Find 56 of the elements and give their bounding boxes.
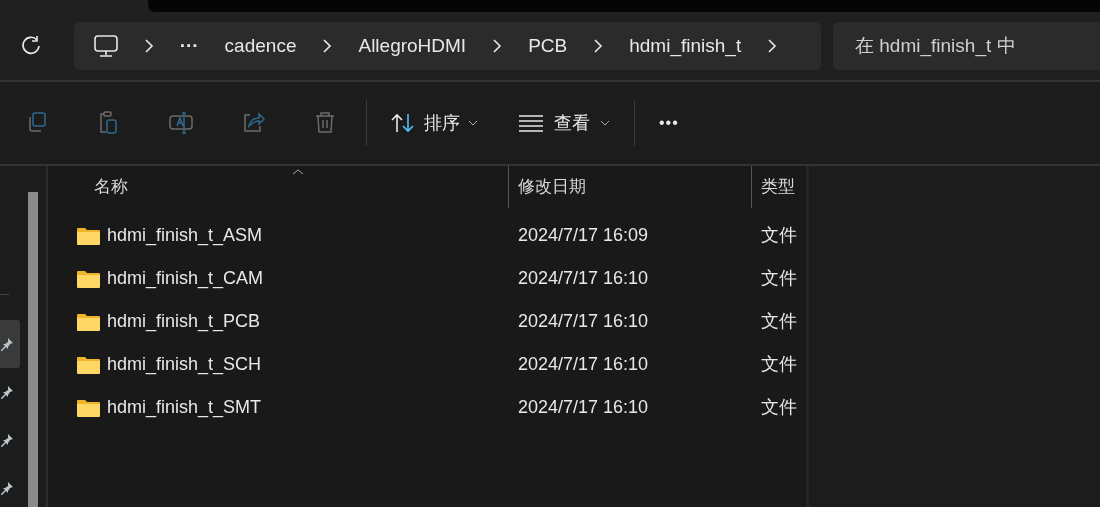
- computer-icon: [93, 35, 118, 57]
- caret-icon: [600, 120, 610, 126]
- pin-icon: [0, 481, 14, 495]
- address-bar[interactable]: ··· cadence AllegroHDMI PCB hdmi_finish_t: [73, 22, 821, 70]
- refresh-icon: [19, 35, 42, 57]
- pin-icon: [0, 385, 14, 399]
- file-row[interactable]: hdmi_finish_t_PCB 2024/7/17 16:10 文件: [48, 300, 806, 343]
- sort-ascending-icon: [292, 169, 304, 175]
- folder-icon: [77, 398, 100, 417]
- chevron-icon: [492, 38, 503, 54]
- sort-button[interactable]: 排序: [372, 103, 496, 143]
- file-name: hdmi_finish_t_SMT: [107, 396, 262, 420]
- lines-icon: [518, 114, 544, 132]
- folder-icon: [77, 269, 100, 288]
- file-row[interactable]: hdmi_finish_t_CAM 2024/7/17 16:10 文件: [48, 257, 806, 300]
- pin-icon: [0, 337, 14, 351]
- modified-date: 2024/7/17 16:10: [517, 310, 650, 333]
- pin-icon: [0, 433, 14, 447]
- column-header[interactable]: 修改日期: [509, 166, 751, 208]
- chevron-icon: [593, 38, 604, 54]
- modified-date: 2024/7/17 16:10: [517, 396, 650, 419]
- file-name: hdmi_finish_t_CAM: [107, 267, 264, 291]
- file-type: 文件: [760, 353, 797, 376]
- more-button[interactable]: •••: [651, 103, 687, 143]
- chevron-icon: [143, 38, 154, 54]
- chevron-icon: [767, 38, 778, 54]
- sort-icon: [390, 112, 416, 134]
- search-field[interactable]: 在 hdmi_finish_t 中: [833, 22, 1100, 70]
- file-type: 文件: [760, 310, 797, 333]
- column-header[interactable]: 类型: [752, 166, 806, 208]
- chevron-icon: [322, 38, 333, 54]
- file-type: 文件: [760, 267, 797, 290]
- modified-date: 2024/7/17 16:09: [517, 224, 650, 247]
- file-name: hdmi_finish_t_ASM: [107, 224, 263, 248]
- file-type: 文件: [760, 224, 797, 247]
- folder-icon: [77, 226, 100, 245]
- breadcrumb-overflow[interactable]: ···: [179, 31, 199, 61]
- file-row[interactable]: hdmi_finish_t_SMT 2024/7/17 16:10 文件: [48, 386, 806, 429]
- breadcrumb[interactable]: AllegroHDMI: [358, 31, 467, 61]
- file-row[interactable]: hdmi_finish_t_SCH 2024/7/17 16:10 文件: [48, 343, 806, 386]
- column-header[interactable]: 名称: [48, 166, 508, 208]
- folder-icon: [77, 312, 100, 331]
- view-button[interactable]: 查看: [500, 103, 628, 143]
- breadcrumb[interactable]: cadence: [224, 31, 297, 61]
- file-name: hdmi_finish_t_PCB: [107, 310, 261, 334]
- modified-date: 2024/7/17 16:10: [517, 267, 650, 290]
- breadcrumb[interactable]: PCB: [528, 31, 568, 61]
- file-row[interactable]: hdmi_finish_t_ASM 2024/7/17 16:09 文件: [48, 214, 806, 257]
- file-type: 文件: [760, 396, 797, 419]
- scrollbar[interactable]: [28, 192, 38, 507]
- breadcrumb[interactable]: hdmi_finish_t: [629, 31, 742, 61]
- modified-date: 2024/7/17 16:10: [517, 353, 650, 376]
- caret-icon: [468, 120, 478, 126]
- folder-icon: [77, 355, 100, 374]
- file-name: hdmi_finish_t_SCH: [107, 353, 262, 377]
- pinned-item[interactable]: [0, 320, 20, 368]
